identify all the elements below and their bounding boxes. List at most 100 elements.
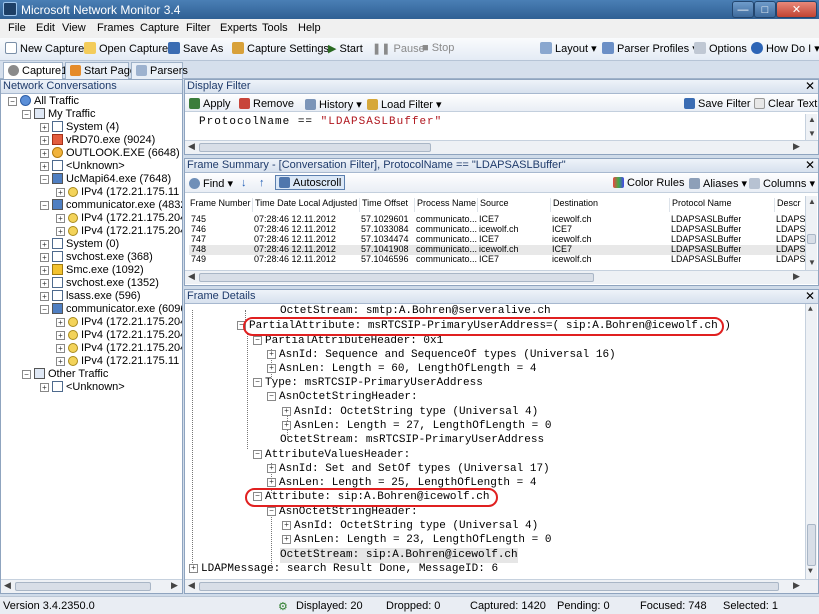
- collapse-icon[interactable]: −: [40, 305, 49, 314]
- scroll-right-icon[interactable]: ▶: [171, 580, 178, 591]
- scroll-thumb[interactable]: [199, 582, 779, 591]
- detail-line[interactable]: − PartialAttributeHeader: 0x1: [253, 334, 443, 349]
- detail-line[interactable]: + LDAPMessage: search Result Done, Messag…: [189, 562, 498, 577]
- tree-item-system-0[interactable]: + System (0): [40, 238, 119, 251]
- collapse-icon[interactable]: −: [267, 507, 276, 516]
- close-icon[interactable]: ✕: [805, 290, 815, 303]
- menu-capture[interactable]: Capture: [140, 22, 179, 34]
- tree-item-all-traffic[interactable]: − All Traffic: [8, 95, 79, 108]
- detail-line[interactable]: − AsnOctetStringHeader:: [267, 505, 418, 520]
- detail-line[interactable]: + AsnId: Sequence and SequenceOf types (U…: [267, 348, 616, 363]
- expand-icon[interactable]: +: [56, 227, 65, 236]
- capture-settings-button[interactable]: Capture Settings: [232, 42, 329, 55]
- menu-experts[interactable]: Experts: [220, 22, 257, 34]
- expand-icon[interactable]: +: [56, 318, 65, 327]
- tree-item-unknown-other[interactable]: + <Unknown>: [40, 381, 125, 394]
- tree-item-unknown[interactable]: + <Unknown>: [40, 160, 125, 173]
- expand-icon[interactable]: +: [56, 188, 65, 197]
- expand-icon[interactable]: +: [40, 279, 49, 288]
- detail-line[interactable]: + AsnId: OctetString type (Universal 4): [282, 405, 538, 420]
- scroll-left-icon[interactable]: ◀: [188, 141, 195, 152]
- tree-item-system-4[interactable]: + System (4): [40, 121, 119, 134]
- options-button[interactable]: Options: [694, 42, 747, 55]
- scroll-up-icon[interactable]: ▲: [808, 305, 813, 314]
- expand-icon[interactable]: +: [40, 253, 49, 262]
- close-button[interactable]: ✕: [776, 1, 817, 18]
- column-process-name[interactable]: Process Name: [416, 198, 478, 212]
- summary-vertical-scrollbar[interactable]: ▲ ▼: [805, 196, 817, 270]
- apply-button[interactable]: Apply: [189, 98, 231, 110]
- scroll-right-icon[interactable]: ▶: [793, 271, 800, 282]
- tree-item-ipv4[interactable]: + IPv4 (172.21.175.204 - 1: [56, 342, 182, 355]
- remove-button[interactable]: Remove: [239, 98, 294, 110]
- detail-line[interactable]: + AsnId: Set and SetOf types (Universal 1…: [267, 462, 550, 477]
- menu-file[interactable]: File: [8, 22, 26, 34]
- detail-line[interactable]: + AsnLen: Length = 23, LengthOfLength = 0: [282, 533, 551, 548]
- summary-horizontal-scrollbar[interactable]: ◀ ▶: [185, 270, 818, 284]
- stop-button[interactable]: ■ Stop: [422, 42, 454, 54]
- expand-icon[interactable]: +: [282, 407, 291, 416]
- tree-item-ucmapi64[interactable]: − UcMapi64.exe (7648): [40, 173, 171, 186]
- save-as-button[interactable]: Save As: [168, 42, 223, 55]
- detail-line[interactable]: − AsnOctetStringHeader:: [267, 390, 418, 405]
- expand-icon[interactable]: +: [40, 292, 49, 301]
- parser-profiles-dropdown[interactable]: Parser Profiles ▾: [602, 42, 698, 55]
- menu-help[interactable]: Help: [298, 22, 321, 34]
- collapse-icon[interactable]: −: [22, 370, 31, 379]
- start-button[interactable]: ▶ Start: [328, 42, 363, 55]
- tree-item-svchost-1352[interactable]: + svchost.exe (1352): [40, 277, 159, 290]
- collapse-icon[interactable]: −: [267, 392, 276, 401]
- column-source[interactable]: Source: [479, 198, 551, 212]
- tree-item-other-traffic[interactable]: − Other Traffic: [22, 368, 108, 381]
- column-frame-number[interactable]: Frame Number: [189, 198, 253, 212]
- tab-parsers[interactable]: Parsers: [131, 62, 188, 79]
- details-vertical-scrollbar[interactable]: ▲ ▼: [805, 304, 817, 579]
- expand-icon[interactable]: +: [56, 331, 65, 340]
- expand-icon[interactable]: +: [267, 364, 276, 373]
- detail-line[interactable]: + AsnLen: Length = 27, LengthOfLength = 0: [282, 419, 551, 434]
- filter-vertical-scrollbar[interactable]: ▲ ▼: [805, 114, 817, 140]
- detail-line[interactable]: + AsnId: OctetString type (Universal 4): [282, 519, 538, 534]
- expand-icon[interactable]: +: [56, 357, 65, 366]
- tree-item-lsass[interactable]: + lsass.exe (596): [40, 290, 141, 303]
- menu-frames[interactable]: Frames: [97, 22, 134, 34]
- expand-icon[interactable]: +: [267, 350, 276, 359]
- expand-icon[interactable]: +: [56, 344, 65, 353]
- expand-icon[interactable]: +: [40, 149, 49, 158]
- how-do-i-dropdown[interactable]: How Do I ▾: [751, 42, 819, 55]
- tree-item-ipv4[interactable]: + IPv4 (172.21.175.204 - 1: [56, 316, 182, 329]
- expand-icon[interactable]: +: [282, 521, 291, 530]
- detail-line[interactable]: + AsnLen: Length = 60, LengthOfLength = 4: [267, 362, 536, 377]
- tree-item-ipv4[interactable]: + IPv4 (172.21.175.204 - 1: [56, 225, 182, 238]
- new-capture-button[interactable]: New Capture: [5, 42, 84, 55]
- clear-text-button[interactable]: Clear Text: [754, 98, 817, 110]
- scroll-thumb[interactable]: [807, 234, 816, 244]
- tab-capture1[interactable]: Capture1: [3, 62, 67, 79]
- columns-dropdown[interactable]: Columns ▾: [749, 177, 815, 190]
- tree-item-communicator-4832[interactable]: − communicator.exe (4832): [40, 199, 182, 212]
- color-rules-button[interactable]: Color Rules: [613, 177, 684, 189]
- collapse-icon[interactable]: −: [40, 175, 49, 184]
- tree-item-ipv4[interactable]: + IPv4 (172.21.175.204 - 1: [56, 329, 182, 342]
- save-filter-button[interactable]: Save Filter: [684, 98, 751, 110]
- minimize-button[interactable]: —: [732, 1, 754, 18]
- load-filter-dropdown[interactable]: Load Filter ▾: [367, 98, 442, 111]
- expand-icon[interactable]: +: [40, 383, 49, 392]
- menu-view[interactable]: View: [62, 22, 86, 34]
- collapse-icon[interactable]: −: [253, 336, 262, 345]
- expand-icon[interactable]: +: [56, 214, 65, 223]
- expand-icon[interactable]: +: [282, 535, 291, 544]
- scroll-down-icon[interactable]: ▼: [808, 567, 813, 576]
- column-destination[interactable]: Destination: [552, 198, 670, 212]
- scroll-left-icon[interactable]: ◀: [188, 271, 195, 282]
- tree-item-vrd70[interactable]: + vRD70.exe (9024): [40, 134, 155, 147]
- expand-icon[interactable]: +: [40, 240, 49, 249]
- filter-horizontal-scrollbar[interactable]: ◀ ▶: [185, 140, 818, 154]
- expand-icon[interactable]: +: [282, 421, 291, 430]
- expand-icon[interactable]: +: [40, 162, 49, 171]
- scroll-up-icon[interactable]: ▲: [808, 197, 816, 206]
- find-previous-button[interactable]: ↑: [259, 177, 265, 189]
- collapse-icon[interactable]: −: [40, 201, 49, 210]
- scroll-thumb[interactable]: [199, 143, 431, 152]
- scroll-left-icon[interactable]: ◀: [188, 580, 195, 591]
